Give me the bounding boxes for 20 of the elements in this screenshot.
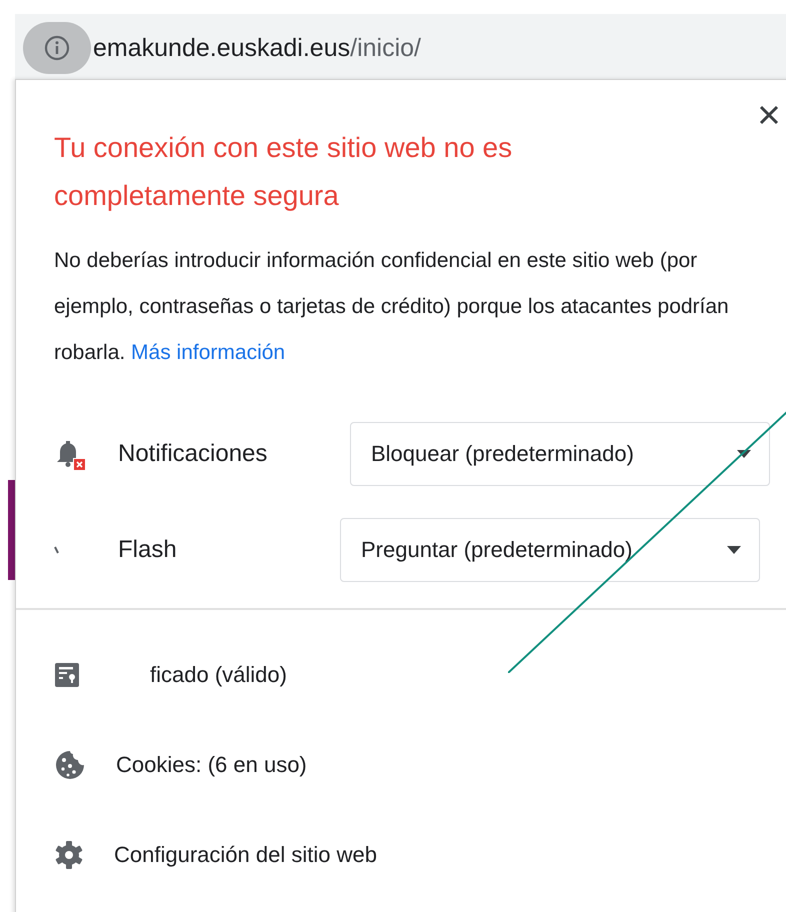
popup-menu-item[interactable]: Configuración del sitio web (16, 810, 786, 900)
flash-icon-fragment (54, 546, 60, 554)
caret-icon (727, 546, 741, 554)
certificate-icon (54, 662, 80, 688)
more-info-link[interactable]: Más información (131, 341, 286, 364)
permission-label: Flash (118, 536, 178, 564)
permission-dropdown[interactable]: Preguntar (predeterminado) (340, 518, 760, 582)
popup-menu-item[interactable]: ficado (válido) (16, 630, 786, 720)
url-text: emakunde.euskadi.eus/inicio/ (93, 34, 421, 62)
permission-label: Notificaciones (118, 440, 268, 468)
popup-menu-item[interactable]: Cookies: (6 en uso) (16, 720, 786, 810)
info-icon (44, 35, 70, 61)
warning-description: No deberías introducir información confidencial en este sitio web (por ejemplo, contraseñas o tarjetas de crédito) porque los atacantes podrían robarla. Más información (54, 248, 730, 366)
site-info-button[interactable] (23, 22, 91, 74)
close-icon[interactable] (758, 104, 780, 126)
settings-icon (54, 840, 84, 870)
warning-title: Tu conexión con este sitio web no es completamente segura (54, 131, 514, 213)
cookie-icon (54, 749, 86, 781)
permission-dropdown[interactable]: Bloquear (predeterminado) (350, 422, 770, 486)
caret-icon (737, 450, 751, 458)
